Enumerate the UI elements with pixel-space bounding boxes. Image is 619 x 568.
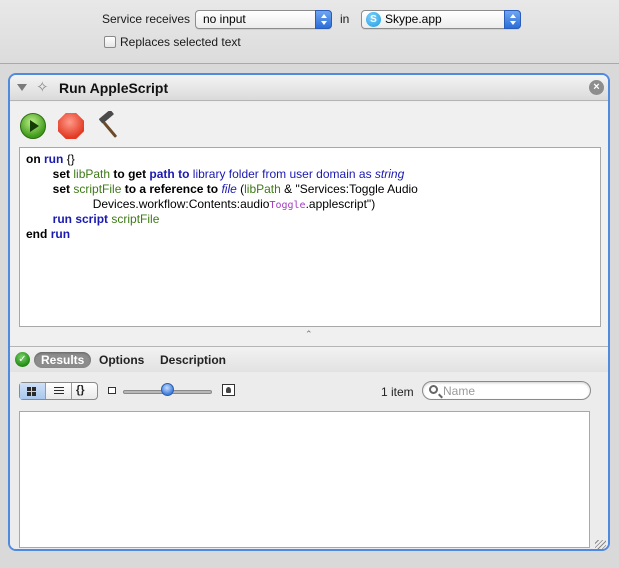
list-icon — [54, 387, 64, 396]
braces-icon: {} — [76, 384, 85, 396]
code-line-2: set libPath to get path to library folde… — [52, 167, 405, 181]
code-line-1: on run {} — [26, 152, 75, 166]
code-line-5: run script scriptFile — [52, 212, 160, 226]
code-line-4: Devices.workflow:Contents:audioToggle.ap… — [92, 197, 376, 211]
zoom-slider-knob[interactable] — [161, 383, 174, 396]
search-field[interactable] — [422, 381, 591, 400]
grid-icon — [27, 387, 36, 396]
popup-arrows-icon — [504, 10, 521, 29]
success-check-icon: ✓ — [15, 352, 30, 367]
results-list[interactable] — [19, 411, 590, 548]
tab-options[interactable]: Options — [99, 352, 144, 368]
script-editor[interactable]: on run {} set libPath to get path to lib… — [19, 147, 601, 327]
list-view-button[interactable] — [46, 383, 72, 399]
replaces-selected-text-label: Replaces selected text — [120, 35, 241, 49]
run-applescript-action: ✧ Run AppleScript × on run {} set libPat… — [8, 73, 610, 551]
tab-results[interactable]: Results — [34, 352, 92, 368]
code-line-6: end run — [26, 227, 71, 241]
item-count: 1 item — [381, 385, 414, 399]
tab-description[interactable]: Description — [160, 352, 226, 368]
resize-grip-icon[interactable] — [595, 540, 606, 549]
application-popup[interactable]: S Skype.app — [361, 10, 521, 29]
large-thumbnail-icon — [222, 384, 235, 396]
service-config-bar: Service receives no input in S Skype.app… — [0, 0, 619, 64]
popup-arrows-icon — [315, 10, 332, 29]
small-thumbnail-icon — [108, 387, 116, 394]
search-icon — [429, 385, 438, 394]
input-type-value: no input — [203, 12, 246, 26]
braces-view-button[interactable]: {} — [72, 383, 97, 399]
close-icon[interactable]: × — [589, 80, 604, 95]
code-line-3: set scriptFile to a reference to file (l… — [52, 182, 418, 196]
application-value: Skype.app — [385, 12, 442, 26]
disclosure-triangle-icon[interactable] — [17, 84, 27, 91]
script-content-area: on run {} set libPath to get path to lib… — [10, 102, 608, 346]
replaces-selected-text-checkbox[interactable] — [104, 36, 116, 48]
hammer-icon[interactable] — [95, 111, 125, 141]
action-header: ✧ Run AppleScript × — [10, 75, 608, 101]
service-receives-label: Service receives — [102, 12, 191, 26]
search-input[interactable] — [443, 383, 583, 398]
stop-icon[interactable] — [58, 113, 84, 139]
skype-icon: S — [366, 12, 381, 27]
view-mode-control: {} — [19, 382, 98, 400]
editor-resize-handle[interactable]: ⌃ — [305, 329, 313, 340]
action-title: Run AppleScript — [59, 80, 169, 96]
in-label: in — [340, 12, 350, 26]
script-icon: ✧ — [36, 79, 49, 96]
grid-view-button[interactable] — [20, 383, 46, 399]
input-type-popup[interactable]: no input — [195, 10, 332, 29]
results-area: {} 1 item — [10, 372, 608, 549]
results-tabbar: ✓ Results Options Description — [10, 346, 608, 372]
run-icon[interactable] — [20, 113, 46, 139]
